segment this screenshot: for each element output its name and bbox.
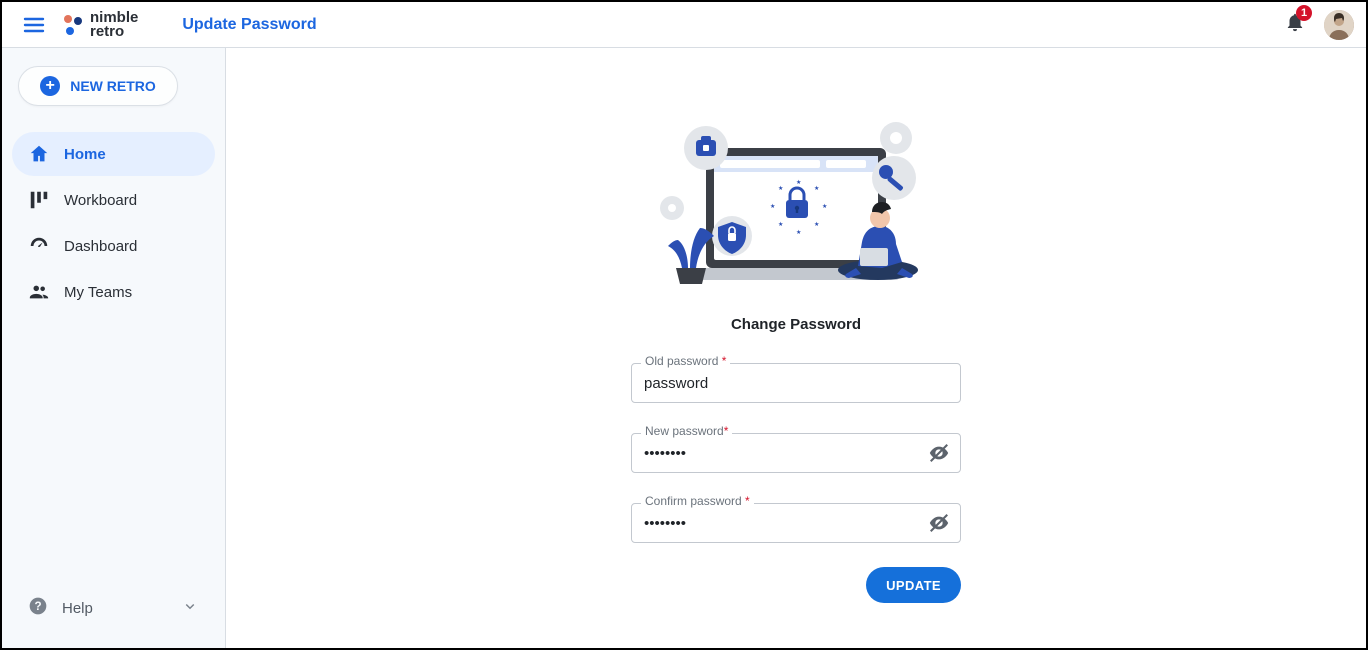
help-icon: ? — [28, 596, 48, 620]
main-content: ★ ★ ★ ★ ★ ★ ★ ★ — [226, 48, 1366, 648]
svg-text:★: ★ — [814, 221, 819, 228]
sidebar: + NEW RETRO Home Workboard Dashboard — [2, 48, 226, 648]
sidebar-help[interactable]: ? Help — [12, 586, 215, 630]
home-icon — [28, 143, 50, 165]
svg-text:★: ★ — [796, 179, 801, 186]
sidebar-item-label: My Teams — [64, 284, 132, 301]
change-password-form: Old password * New password* — [631, 363, 961, 543]
confirm-password-field: Confirm password * — [631, 503, 961, 543]
help-label: Help — [62, 600, 93, 617]
old-password-input[interactable] — [631, 363, 961, 403]
change-password-card: ★ ★ ★ ★ ★ ★ ★ ★ — [456, 108, 1136, 648]
sidebar-item-label: Home — [64, 146, 106, 163]
svg-text:★: ★ — [814, 185, 819, 192]
logo-text: nimble retro — [90, 11, 138, 39]
hamburger-menu-icon[interactable] — [22, 13, 46, 37]
sidebar-item-dashboard[interactable]: Dashboard — [12, 224, 215, 268]
notifications-button[interactable]: 1 — [1284, 11, 1306, 38]
new-password-label: New password* — [641, 424, 732, 438]
svg-text:★: ★ — [822, 203, 827, 210]
new-retro-label: NEW RETRO — [70, 78, 156, 94]
sidebar-item-workboard[interactable]: Workboard — [12, 178, 215, 222]
toggle-visibility-new-icon[interactable] — [927, 441, 951, 465]
workboard-icon — [28, 189, 50, 211]
app-logo[interactable]: nimble retro — [60, 11, 138, 39]
svg-text:★: ★ — [770, 203, 775, 210]
logo-icon — [60, 13, 84, 37]
svg-text:?: ? — [34, 600, 41, 613]
avatar-icon — [1324, 10, 1354, 40]
dashboard-icon — [28, 235, 50, 257]
plus-icon: + — [40, 76, 60, 96]
user-avatar[interactable] — [1324, 10, 1354, 40]
page-title: Update Password — [182, 16, 316, 34]
security-illustration: ★ ★ ★ ★ ★ ★ ★ ★ — [646, 108, 946, 298]
update-button[interactable]: UPDATE — [866, 567, 961, 603]
form-actions: UPDATE — [631, 567, 961, 603]
sidebar-item-label: Dashboard — [64, 238, 137, 255]
notification-badge: 1 — [1296, 5, 1312, 21]
new-password-field: New password* — [631, 433, 961, 473]
card-title: Change Password — [731, 316, 861, 333]
confirm-password-label: Confirm password * — [641, 494, 754, 508]
sidebar-item-my-teams[interactable]: My Teams — [12, 270, 215, 314]
teams-icon — [28, 281, 50, 303]
toggle-visibility-confirm-icon[interactable] — [927, 511, 951, 535]
svg-text:★: ★ — [778, 221, 783, 228]
confirm-password-input[interactable] — [631, 503, 961, 543]
sidebar-item-label: Workboard — [64, 192, 137, 209]
new-password-input[interactable] — [631, 433, 961, 473]
chevron-down-icon — [181, 597, 199, 619]
svg-text:★: ★ — [778, 185, 783, 192]
eye-off-icon — [928, 442, 950, 464]
app-header: nimble retro Update Password 1 — [2, 2, 1366, 48]
eye-off-icon — [928, 512, 950, 534]
sidebar-nav: Home Workboard Dashboard My Teams — [12, 132, 215, 314]
old-password-label: Old password * — [641, 354, 730, 368]
new-retro-button[interactable]: + NEW RETRO — [18, 66, 178, 106]
svg-text:★: ★ — [796, 229, 801, 236]
old-password-field: Old password * — [631, 363, 961, 403]
sidebar-item-home[interactable]: Home — [12, 132, 215, 176]
